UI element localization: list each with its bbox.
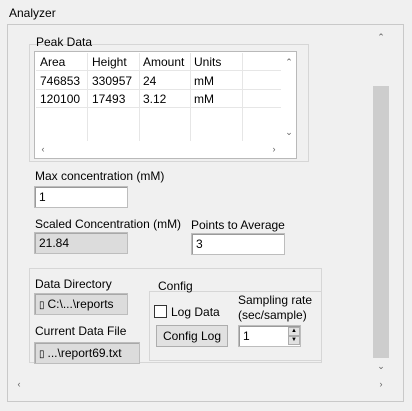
- table-scroll-left-icon[interactable]: ‹: [36, 143, 50, 155]
- max-concentration-label: Max concentration (mM): [35, 169, 165, 183]
- config-log-button[interactable]: Config Log: [156, 325, 228, 347]
- current-data-file-path[interactable]: ▯ ...\report69.txt: [34, 342, 140, 364]
- data-directory-value: C:\...\reports: [47, 297, 114, 311]
- column-header-units[interactable]: Units: [194, 55, 221, 69]
- table-horizontal-scrollbar[interactable]: [35, 141, 282, 157]
- points-to-average-input[interactable]: 3: [191, 233, 285, 255]
- column-header-area[interactable]: Area: [40, 55, 65, 69]
- table-scroll-right-icon[interactable]: ›: [267, 143, 281, 155]
- horizontal-scrollbar[interactable]: [10, 375, 390, 393]
- scaled-concentration-value: 21.84: [34, 232, 128, 254]
- scaled-concentration-label: Scaled Concentration (mM): [35, 217, 182, 231]
- table-cell[interactable]: 746853: [40, 74, 80, 88]
- current-data-file-value: ...\report69.txt: [47, 346, 122, 360]
- table-scroll-up-icon[interactable]: ⌃: [282, 56, 296, 68]
- scroll-down-icon[interactable]: ⌄: [374, 360, 388, 372]
- column-header-amount[interactable]: Amount: [143, 55, 184, 69]
- path-icon: ▯: [39, 349, 45, 360]
- sampling-rate-increment-icon[interactable]: ▲: [288, 327, 300, 336]
- table-cell[interactable]: 3.12: [143, 92, 166, 106]
- table-cell[interactable]: 120100: [40, 92, 80, 106]
- vertical-scrollbar-thumb[interactable]: [373, 86, 389, 358]
- log-data-label[interactable]: Log Data: [171, 305, 220, 319]
- scroll-left-icon[interactable]: ‹: [12, 378, 26, 390]
- table-cell[interactable]: 17493: [92, 92, 125, 106]
- sampling-rate-label: Sampling rate: [238, 293, 313, 307]
- window-title: Analyzer: [9, 6, 56, 20]
- config-label: Config: [158, 279, 193, 293]
- data-directory-path[interactable]: ▯ C:\...\reports: [34, 293, 128, 315]
- max-concentration-input[interactable]: 1: [34, 186, 128, 208]
- sampling-rate-unit-label: (sec/sample): [238, 308, 307, 322]
- scroll-right-icon[interactable]: ›: [374, 378, 388, 390]
- table-cell[interactable]: mM: [194, 92, 214, 106]
- log-data-checkbox[interactable]: [154, 305, 167, 318]
- table-scroll-down-icon[interactable]: ⌄: [282, 126, 296, 138]
- scroll-up-icon[interactable]: ⌃: [374, 31, 388, 43]
- data-directory-label: Data Directory: [35, 277, 112, 291]
- current-data-file-label: Current Data File: [35, 324, 127, 338]
- sampling-rate-decrement-icon[interactable]: ▼: [288, 336, 300, 345]
- column-header-height[interactable]: Height: [92, 55, 127, 69]
- table-cell[interactable]: mM: [194, 74, 214, 88]
- table-cell[interactable]: 24: [143, 74, 156, 88]
- path-icon: ▯: [39, 300, 45, 311]
- table-cell[interactable]: 330957: [92, 74, 132, 88]
- points-to-average-label: Points to Average: [191, 218, 285, 232]
- peak-data-label: Peak Data: [36, 35, 93, 49]
